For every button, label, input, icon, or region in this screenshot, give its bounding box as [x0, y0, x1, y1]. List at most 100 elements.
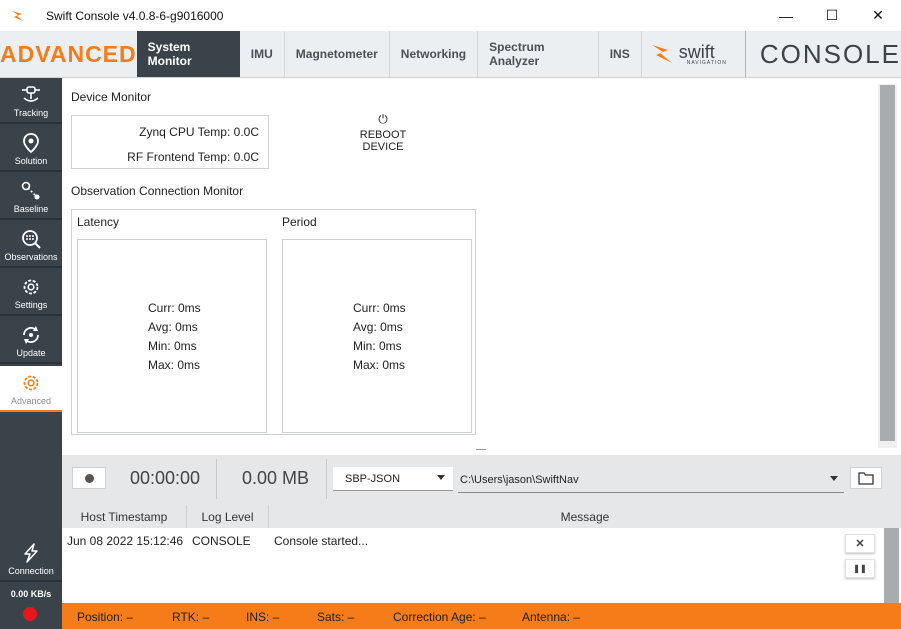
main-scrollbar[interactable]: [880, 85, 895, 441]
close-button[interactable]: ✕: [855, 0, 901, 31]
sidebar-item-baseline[interactable]: Baseline: [0, 174, 62, 220]
observations-icon: [22, 230, 41, 249]
log-scrollbar[interactable]: [884, 528, 899, 603]
log-cell-level: CONSOLE: [192, 534, 251, 548]
latency-min: Min: 0ms: [148, 339, 197, 353]
sidebar-item-label: Settings: [14, 300, 48, 310]
record-icon: [84, 473, 94, 483]
maximize-button[interactable]: ☐: [809, 0, 855, 31]
sidebar-item-solution[interactable]: Solution: [0, 126, 62, 172]
period-max: Max: 0ms: [353, 358, 406, 372]
tab-networking[interactable]: Networking: [390, 31, 479, 77]
sidebar-item-tracking[interactable]: Tracking: [0, 78, 62, 124]
sidebar-item-label: Solution: [14, 156, 48, 166]
swift-logo: swift NAVIGATION: [650, 31, 727, 77]
status-ins: INS: –: [246, 610, 280, 624]
swift-app-icon: [12, 10, 23, 21]
sidebar-item-label: Observations: [4, 252, 58, 262]
status-bar: Position: – RTK: – INS: – Sats: – Correc…: [62, 603, 901, 629]
logo-subtext: NAVIGATION: [686, 59, 727, 66]
minimize-button[interactable]: —: [763, 0, 809, 31]
title-bar: Swift Console v4.0.8-6-g9016000 — ☐ ✕: [0, 0, 901, 31]
reboot-label: REBOOT DEVICE: [359, 129, 407, 153]
record-size: 0.00 MB: [242, 468, 310, 488]
status-correction-age: Correction Age: –: [393, 610, 486, 624]
console-wordmark: CONSOLE: [744, 31, 901, 77]
rf-frontend-temp: RF Frontend Temp: 0.0C: [127, 150, 259, 164]
latency-curr: Curr: 0ms: [148, 301, 201, 315]
record-button[interactable]: [72, 467, 106, 489]
chevron-down-icon: [437, 475, 445, 480]
latency-max: Max: 0ms: [148, 358, 201, 372]
record-status-indicator: [23, 607, 37, 621]
power-icon: ⏻: [378, 112, 388, 126]
tab-ins[interactable]: INS: [599, 31, 642, 77]
column-header-message[interactable]: Message: [269, 505, 901, 528]
browse-folder-button[interactable]: [850, 467, 882, 489]
period-curr: Curr: 0ms: [353, 301, 406, 315]
column-header-log-level[interactable]: Log Level: [187, 505, 269, 528]
record-timer: 00:00:00: [130, 468, 201, 488]
latency-panel: Curr: 0ms Avg: 0ms Min: 0ms Max: 0ms: [77, 239, 267, 433]
sidebar-item-label: Update: [16, 348, 46, 358]
sidebar-item-observations[interactable]: Observations: [0, 222, 62, 268]
log-directory-field[interactable]: C:\Users\jason\SwiftNav: [458, 467, 844, 493]
connection-icon: [24, 543, 38, 563]
tab-magnetometer[interactable]: Magnetometer: [285, 31, 390, 77]
swift-bird-icon: [651, 45, 672, 63]
mode-title: ADVANCED: [0, 40, 137, 67]
status-sats: Sats: –: [317, 610, 355, 624]
period-min: Min: 0ms: [353, 339, 402, 353]
status-antenna: Antenna: –: [522, 610, 581, 624]
top-nav: ADVANCED System Monitor IMU Magnetometer…: [0, 31, 901, 78]
tab-system-monitor[interactable]: System Monitor: [136, 31, 240, 77]
log-format-value: SBP-JSON: [345, 472, 401, 485]
period-panel: Curr: 0ms Avg: 0ms Min: 0ms Max: 0ms: [282, 239, 472, 433]
pause-log-button[interactable]: ❚❚: [845, 559, 875, 578]
close-icon: ✕: [855, 538, 865, 550]
sidebar-item-connection[interactable]: Connection: [0, 534, 62, 582]
obs-monitor-title: Observation Connection Monitor: [71, 184, 244, 198]
satellite-icon: [22, 86, 40, 102]
latency-title: Latency: [77, 215, 120, 229]
recording-bar: 00:00:00 0.00 MB SBP-JSON C:\Users\jason…: [62, 455, 901, 505]
zynq-temp: Zynq CPU Temp: 0.0C: [139, 125, 259, 139]
sidebar-item-label: Connection: [8, 566, 54, 576]
gear-icon: [23, 279, 39, 295]
column-header-timestamp[interactable]: Host Timestamp: [62, 505, 187, 528]
baseline-icon: [21, 181, 40, 200]
latency-avg: Avg: 0ms: [148, 320, 198, 334]
splitter-handle[interactable]: [476, 449, 486, 450]
log-table-header: Host Timestamp Log Level Message: [62, 505, 901, 528]
chevron-down-icon: [830, 476, 838, 481]
device-monitor-title: Device Monitor: [71, 90, 152, 104]
sidebar: Tracking Solution Baseline Observations …: [0, 78, 62, 629]
sidebar-item-advanced[interactable]: Advanced: [0, 366, 62, 412]
tab-imu[interactable]: IMU: [240, 31, 285, 77]
system-monitor-panel: Device Monitor Zynq CPU Temp: 0.0C RF Fr…: [62, 84, 880, 454]
advanced-gear-icon: [23, 375, 39, 391]
window-title: Swift Console v4.0.8-6-g9016000: [46, 8, 224, 23]
data-rate: 0.00 KB/s: [10, 589, 52, 599]
sidebar-item-update[interactable]: Update: [0, 318, 62, 364]
sidebar-item-label: Advanced: [10, 396, 52, 406]
log-cell-message: Console started...: [274, 534, 369, 548]
temperature-box: Zynq CPU Temp: 0.0C RF Frontend Temp: 0.…: [71, 115, 269, 169]
folder-icon: [858, 472, 874, 485]
sidebar-item-settings[interactable]: Settings: [0, 270, 62, 316]
map-pin-icon: [23, 133, 39, 154]
log-directory-value: C:\Users\jason\SwiftNav: [460, 473, 579, 486]
obs-monitor-box: Latency Curr: 0ms Avg: 0ms Min: 0ms Max:…: [71, 209, 476, 435]
pause-icon: ❚❚: [853, 564, 867, 573]
status-position: Position: –: [77, 610, 134, 624]
period-title: Period: [282, 215, 317, 229]
divider: [326, 459, 327, 499]
clear-log-button[interactable]: ✕: [845, 534, 875, 553]
logo-wordmark: swift: [678, 41, 715, 62]
sidebar-item-label: Baseline: [13, 204, 49, 214]
log-table-body: Jun 08 2022 15:12:46 CONSOLE Console sta…: [62, 528, 883, 603]
tab-spectrum-analyzer[interactable]: Spectrum Analyzer: [478, 31, 599, 77]
log-cell-timestamp: Jun 08 2022 15:12:46: [67, 534, 184, 548]
reboot-device-button[interactable]: ⏻ REBOOT DEVICE: [343, 112, 423, 153]
log-format-select[interactable]: SBP-JSON: [333, 467, 453, 491]
